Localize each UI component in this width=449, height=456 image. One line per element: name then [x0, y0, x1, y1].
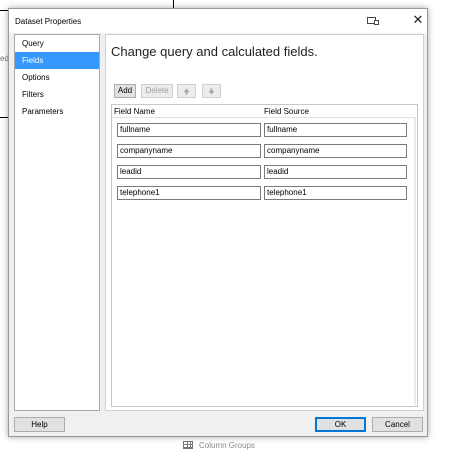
cancel-button[interactable]: Cancel — [372, 417, 423, 432]
column-header-field-source: Field Source — [264, 107, 309, 116]
field-source-input[interactable]: fullname — [264, 123, 407, 137]
sidebar-item-parameters[interactable]: Parameters — [15, 103, 99, 120]
header-divider — [112, 117, 417, 118]
field-name-input[interactable]: companyname — [117, 144, 261, 158]
close-icon[interactable]: ✕ — [411, 13, 425, 27]
column-groups-label: Column Groups — [199, 440, 256, 450]
table-row: leadid leadid — [112, 165, 417, 179]
fields-table: Field Name Field Source fullname fullnam… — [111, 104, 418, 407]
field-source-input[interactable]: telephone1 — [264, 186, 407, 200]
table-scrollbar[interactable] — [414, 118, 416, 405]
arrow-up-icon — [183, 88, 190, 95]
add-button[interactable]: Add — [114, 84, 136, 98]
table-row: telephone1 telephone1 — [112, 186, 417, 200]
field-name-input[interactable]: fullname — [117, 123, 261, 137]
field-source-input[interactable]: leadid — [264, 165, 407, 179]
page-title: Change query and calculated fields. — [111, 44, 318, 59]
column-header-field-name: Field Name — [114, 107, 155, 116]
ok-button[interactable]: OK — [315, 417, 366, 432]
dialog-titlebar: Dataset Properties ✕ — [9, 9, 427, 33]
delete-button[interactable]: Delete — [141, 84, 173, 98]
fields-page: Change query and calculated fields. Add … — [105, 34, 424, 411]
column-groups-bar: Column Groups — [183, 438, 255, 452]
sidebar: Query Fields Options Filters Parameters — [14, 34, 100, 411]
dialog-title: Dataset Properties — [15, 17, 82, 26]
grid-icon — [183, 441, 193, 449]
help-button[interactable]: Help — [14, 417, 65, 432]
sidebar-item-query[interactable]: Query — [15, 35, 99, 52]
restore-window-icon[interactable] — [367, 17, 379, 25]
sidebar-item-filters[interactable]: Filters — [15, 86, 99, 103]
sidebar-item-fields[interactable]: Fields — [15, 52, 99, 69]
dataset-properties-dialog: Dataset Properties ✕ Query Fields Option… — [8, 8, 428, 437]
field-name-input[interactable]: leadid — [117, 165, 261, 179]
field-name-input[interactable]: telephone1 — [117, 186, 261, 200]
move-down-button[interactable] — [202, 84, 221, 98]
field-source-input[interactable]: companyname — [264, 144, 407, 158]
sidebar-item-options[interactable]: Options — [15, 69, 99, 86]
table-row: fullname fullname — [112, 123, 417, 137]
table-row: companyname companyname — [112, 144, 417, 158]
move-up-button[interactable] — [177, 84, 196, 98]
arrow-down-icon — [208, 88, 215, 95]
